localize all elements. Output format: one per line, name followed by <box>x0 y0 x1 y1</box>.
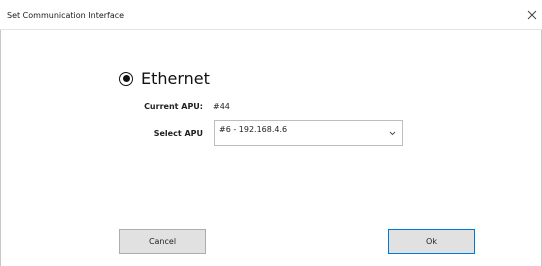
close-icon <box>527 10 537 20</box>
ok-button[interactable]: Ok <box>388 229 475 254</box>
title-bar: Set Communication Interface <box>0 0 542 30</box>
ethernet-radio-option[interactable]: Ethernet <box>119 69 210 88</box>
window-border-left <box>0 30 1 266</box>
close-button[interactable] <box>526 9 538 21</box>
window-title: Set Communication Interface <box>7 11 125 20</box>
ethernet-label: Ethernet <box>141 69 210 88</box>
chevron-down-icon <box>389 131 396 136</box>
radio-selected-dot <box>122 75 130 82</box>
cancel-button[interactable]: Cancel <box>119 229 206 254</box>
dialog-window: Set Communication Interface Ethernet Cur… <box>0 0 542 266</box>
current-apu-value: #44 <box>213 102 230 111</box>
ethernet-radio-button[interactable] <box>119 71 133 86</box>
select-apu-value: #6 - 192.168.4.6 <box>219 125 288 134</box>
current-apu-label: Current APU: <box>144 102 203 111</box>
select-apu-label: Select APU <box>153 129 203 138</box>
ok-button-label: Ok <box>426 237 437 246</box>
select-apu-dropdown[interactable]: #6 - 192.168.4.6 <box>214 120 403 146</box>
cancel-button-label: Cancel <box>148 237 177 246</box>
